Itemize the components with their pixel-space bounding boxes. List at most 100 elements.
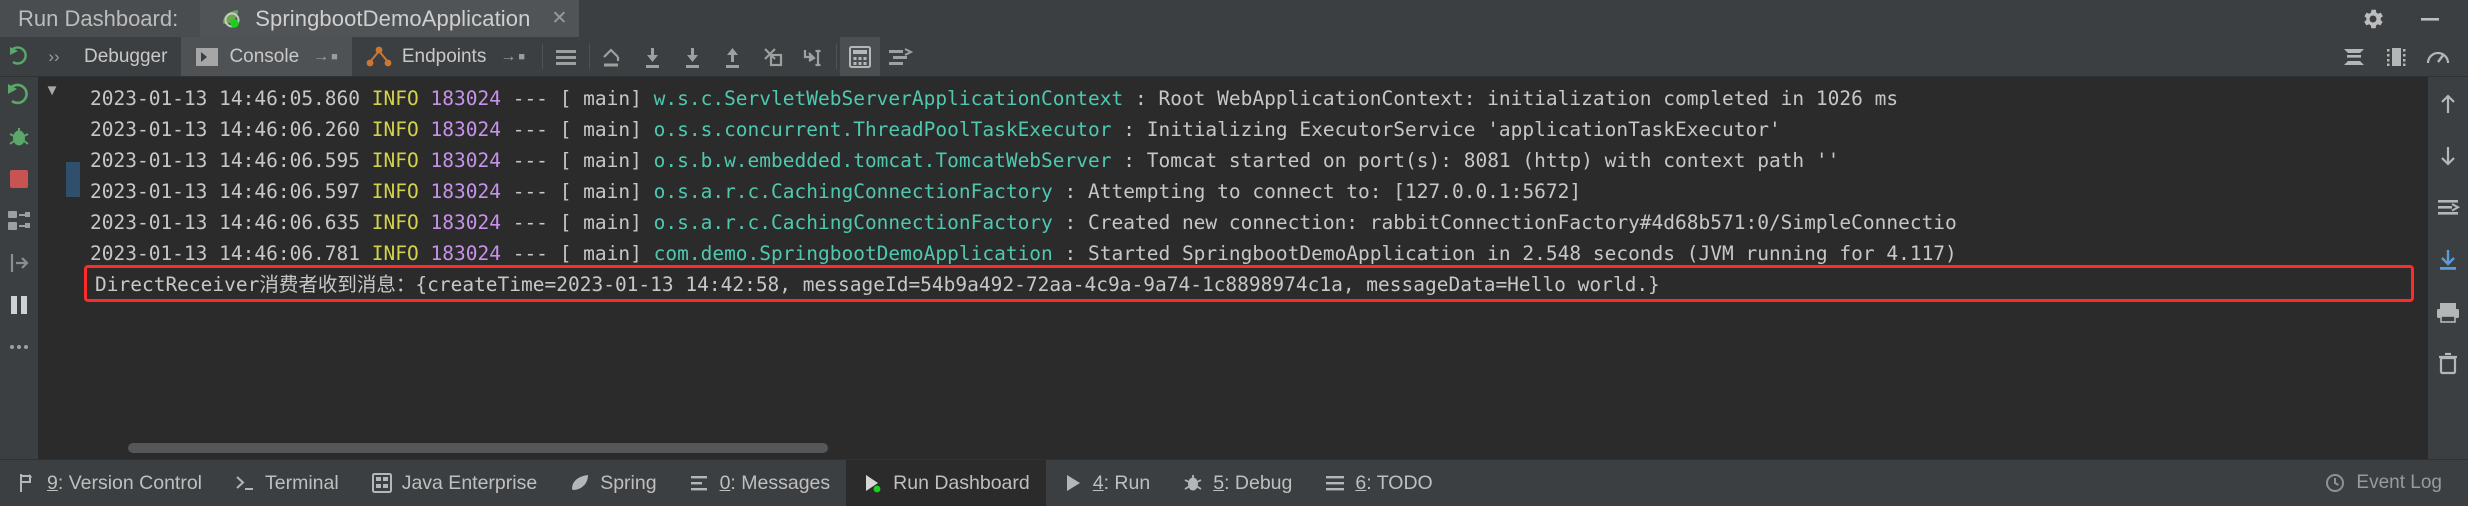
more-icon[interactable]: [4, 333, 34, 361]
layout-icon[interactable]: [4, 207, 34, 235]
pause-icon[interactable]: [4, 291, 34, 319]
log-thread: [ main]: [559, 180, 642, 203]
console-fold-gutter: ▼: [38, 77, 66, 459]
print-icon[interactable]: [2432, 297, 2464, 327]
minimize-icon[interactable]: [2416, 6, 2444, 32]
sidebar-item-label: Run Dashboard: [893, 471, 1030, 494]
step-over-icon[interactable]: [593, 37, 633, 76]
profiler-icon[interactable]: [2418, 45, 2458, 69]
sidebar-item-label: 4: Run: [1092, 471, 1151, 494]
clear-all-icon[interactable]: [2432, 349, 2464, 379]
todo-icon: [1324, 473, 1346, 493]
drop-frame-icon[interactable]: [753, 37, 793, 76]
tab-debugger[interactable]: Debugger: [70, 37, 181, 76]
evaluate-expression-icon[interactable]: [840, 37, 880, 76]
event-log-button[interactable]: Event Log: [2324, 460, 2468, 506]
step-out-icon[interactable]: [713, 37, 753, 76]
log-separator: ---: [512, 118, 548, 141]
rerun-icon[interactable]: [4, 81, 34, 109]
log-line: 2023-01-13 14:46:06.597 INFO 183024 --- …: [80, 176, 2414, 207]
sidebar-item-label: 9: Version Control: [47, 471, 203, 494]
status-bar: 9: Version Control Terminal Java Enterpr…: [0, 459, 2468, 506]
tab-endpoints-label: Endpoints: [401, 45, 487, 67]
console-output[interactable]: 2023-01-13 14:46:05.860 INFO 183024 --- …: [80, 77, 2414, 459]
log-message: : Attempting to connect to: [127.0.0.1:5…: [1064, 180, 1582, 203]
log-level: INFO: [371, 180, 419, 203]
sidebar-item-label: Java Enterprise: [401, 471, 538, 494]
sidebar-item-label: 5: Debug: [1213, 471, 1293, 494]
highlighted-log-line: DirectReceiver消费者收到消息：{createTime=2023-0…: [80, 265, 2414, 302]
stop-icon[interactable]: [4, 165, 34, 193]
log-logger: o.s.a.r.c.CachingConnectionFactory: [653, 180, 1053, 203]
console-horizontal-scrollbar[interactable]: [80, 443, 2414, 453]
force-step-into-icon[interactable]: [673, 37, 713, 76]
scroll-up-icon[interactable]: [2432, 89, 2464, 119]
run-to-cursor-icon[interactable]: [793, 37, 833, 76]
sidebar-item-label: 0: Messages: [719, 471, 831, 494]
log-logger: w.s.c.ServletWebServerApplicationContext: [653, 87, 1124, 110]
menu-lines-icon[interactable]: [546, 37, 586, 76]
print-icon[interactable]: [2376, 45, 2416, 69]
console-vertical-scrollbar[interactable]: [2414, 77, 2428, 459]
log-pid: 183024: [430, 180, 501, 203]
debug-bug-icon[interactable]: [4, 123, 34, 151]
log-message: : Started SpringbootDemoApplication in 2…: [1064, 242, 1957, 265]
run-icon: [1062, 472, 1084, 494]
log-pid: 183024: [430, 118, 501, 141]
log-line: 2023-01-13 14:46:06.260 INFO 183024 --- …: [80, 114, 2414, 145]
toolbar-separator-2: [589, 44, 590, 69]
tab-debugger-label: Debugger: [84, 45, 168, 67]
log-timestamp: 2023-01-13 14:46:05.860: [90, 87, 361, 110]
log-message: : Root WebApplicationContext: initializa…: [1134, 87, 1899, 110]
sidebar-item-java-enterprise[interactable]: Java Enterprise: [355, 460, 553, 506]
detach-endpoints-icon[interactable]: → ■: [500, 48, 525, 66]
run-config-tab-label: SpringbootDemoApplication: [255, 5, 531, 31]
soft-wrap-icon[interactable]: [2334, 45, 2374, 69]
console-area: ▼ 2023-01-13 14:46:05.860 INFO 183024 --…: [38, 77, 2428, 459]
log-thread: [ main]: [559, 118, 642, 141]
log-level: INFO: [371, 242, 419, 265]
console-actions-rail: [2428, 77, 2468, 459]
log-timestamp: 2023-01-13 14:46:06.781: [90, 242, 361, 265]
sidebar-item-debug[interactable]: 5: Debug: [1166, 460, 1308, 506]
spring-boot-icon: [218, 6, 244, 32]
sidebar-item-label: Spring: [600, 471, 657, 494]
tab-console[interactable]: Console → ■: [181, 37, 352, 76]
sidebar-item-todo[interactable]: 6: TODO: [1308, 460, 1448, 506]
scroll-down-icon[interactable]: [2432, 141, 2464, 171]
rerun-icon[interactable]: [7, 45, 31, 69]
log-pid: 183024: [430, 87, 501, 110]
sidebar-item-label: Terminal: [265, 471, 339, 494]
step-into-icon[interactable]: [633, 37, 673, 76]
log-thread: [ main]: [559, 211, 642, 234]
sidebar-item-run[interactable]: 4: Run: [1046, 460, 1166, 506]
collapse-triangle-icon[interactable]: ▼: [45, 83, 60, 98]
log-separator: ---: [512, 180, 548, 203]
soft-wrap-toggle-icon[interactable]: [2432, 193, 2464, 223]
log-level: INFO: [371, 149, 419, 172]
scrollbar-thumb[interactable]: [128, 443, 828, 453]
run-dashboard-window: Run Dashboard: SpringbootDemoApplication…: [0, 0, 2468, 506]
log-logger: o.s.b.w.embedded.tomcat.TomcatWebServer: [653, 149, 1112, 172]
scroll-to-end-icon[interactable]: [2432, 245, 2464, 275]
toolbar-far-right: [2334, 37, 2468, 76]
sidebar-item-messages[interactable]: 0: Messages: [673, 460, 847, 506]
sidebar-item-terminal[interactable]: Terminal: [218, 460, 355, 506]
settings-threads-icon[interactable]: [880, 37, 920, 76]
run-tab-strip: SpringbootDemoApplication ✕: [200, 0, 580, 37]
sidebar-item-version-control[interactable]: 9: Version Control: [0, 460, 218, 506]
run-config-tab-springbootdemoapplication[interactable]: SpringbootDemoApplication ✕: [200, 0, 580, 37]
log-separator: ---: [512, 149, 548, 172]
toolbar-expand-button[interactable]: ››: [38, 37, 70, 76]
sidebar-item-run-dashboard[interactable]: Run Dashboard: [846, 460, 1046, 506]
titlebar-actions: [2360, 0, 2468, 37]
resume-icon[interactable]: [4, 249, 34, 277]
detach-console-icon[interactable]: → ■: [313, 48, 338, 66]
gear-icon[interactable]: [2360, 6, 2386, 32]
log-separator: ---: [512, 242, 548, 265]
sidebar-item-spring[interactable]: Spring: [553, 460, 672, 506]
tab-endpoints[interactable]: Endpoints → ■: [352, 37, 539, 76]
log-pid: 183024: [430, 149, 501, 172]
close-icon[interactable]: ✕: [551, 9, 567, 28]
